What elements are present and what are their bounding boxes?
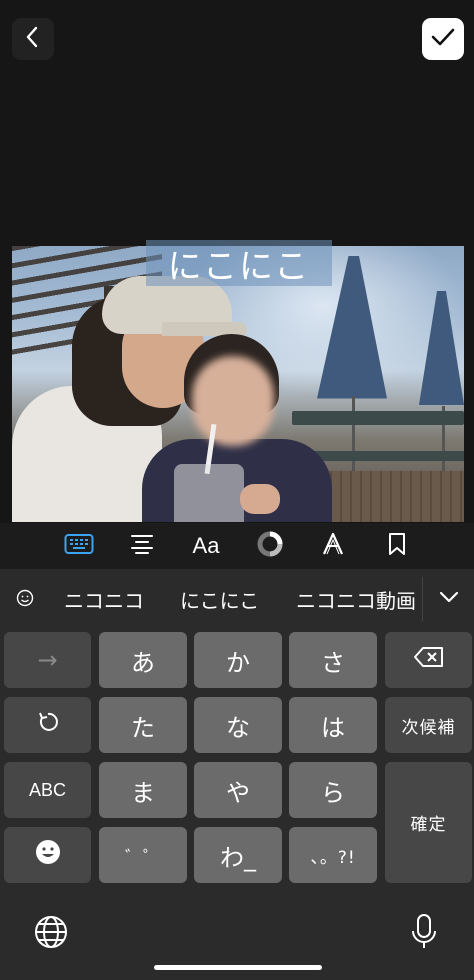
chevron-down-icon[interactable] xyxy=(438,589,460,609)
candidate-item[interactable]: ニコニコ動画 xyxy=(296,585,416,614)
key-ha[interactable]: は xyxy=(289,697,377,753)
key-na[interactable]: な xyxy=(194,697,282,753)
key-ya[interactable]: や xyxy=(194,762,282,818)
globe-icon[interactable] xyxy=(34,915,68,953)
candidate-item[interactable]: にこにこ xyxy=(180,585,259,614)
font-tool-button[interactable]: Aa xyxy=(188,529,224,563)
align-tool-button[interactable] xyxy=(124,529,160,563)
undo-icon xyxy=(35,709,61,741)
key-ta[interactable]: た xyxy=(99,697,187,753)
abc-key[interactable]: ABC xyxy=(4,762,91,818)
keyboard-tool-button[interactable] xyxy=(61,529,97,563)
child-figure xyxy=(132,334,332,522)
emoji-icon xyxy=(34,838,62,872)
keyboard-icon xyxy=(64,533,94,559)
key-ka[interactable]: か xyxy=(194,632,282,688)
key-a[interactable]: あ xyxy=(99,632,187,688)
font-label: Aa xyxy=(192,533,220,558)
text-style-tool-button[interactable] xyxy=(315,529,351,563)
emoji-key[interactable] xyxy=(4,827,91,883)
punctuation-key[interactable]: 、。?! xyxy=(289,827,377,883)
text-style-icon xyxy=(320,531,346,561)
back-button[interactable] xyxy=(12,18,54,60)
backspace-icon xyxy=(413,646,445,674)
checkmark-icon xyxy=(430,26,456,52)
candidate-bar: ニコニコ にこにこ ニコニコ動画 xyxy=(0,569,474,629)
bookmark-tool-button[interactable] xyxy=(379,529,415,563)
text-overlay[interactable]: にこにこ xyxy=(146,240,332,287)
text-edit-toolbar: Aa xyxy=(0,523,474,569)
candidate-item[interactable]: ニコニコ xyxy=(64,585,144,614)
color-tool-button[interactable] xyxy=(252,529,288,563)
next-char-key[interactable]: → xyxy=(4,632,91,688)
key-ma[interactable]: ま xyxy=(99,762,187,818)
confirm-button[interactable] xyxy=(422,18,464,60)
emoji-suggestion-icon[interactable] xyxy=(16,589,34,611)
key-sa[interactable]: さ xyxy=(289,632,377,688)
align-center-icon xyxy=(129,533,155,559)
japanese-keyboard: ニコニコ にこにこ ニコニコ動画 → あ か さ た な は 次候補 ABC ま… xyxy=(0,569,474,980)
dakuten-key[interactable]: ゛゜ xyxy=(99,827,187,883)
undo-key[interactable] xyxy=(4,697,91,753)
key-ra[interactable]: ら xyxy=(289,762,377,818)
home-indicator xyxy=(154,965,322,970)
confirm-key[interactable]: 確定 xyxy=(385,762,472,883)
bookmark-icon xyxy=(386,531,408,561)
overlay-text: にこにこ xyxy=(167,246,311,287)
color-wheel-icon xyxy=(257,531,283,561)
microphone-icon[interactable] xyxy=(410,913,438,955)
chevron-left-icon xyxy=(23,25,43,53)
backspace-key[interactable] xyxy=(385,632,472,688)
next-candidate-key[interactable]: 次候補 xyxy=(385,697,472,753)
key-wa[interactable]: わ_ xyxy=(194,827,282,883)
